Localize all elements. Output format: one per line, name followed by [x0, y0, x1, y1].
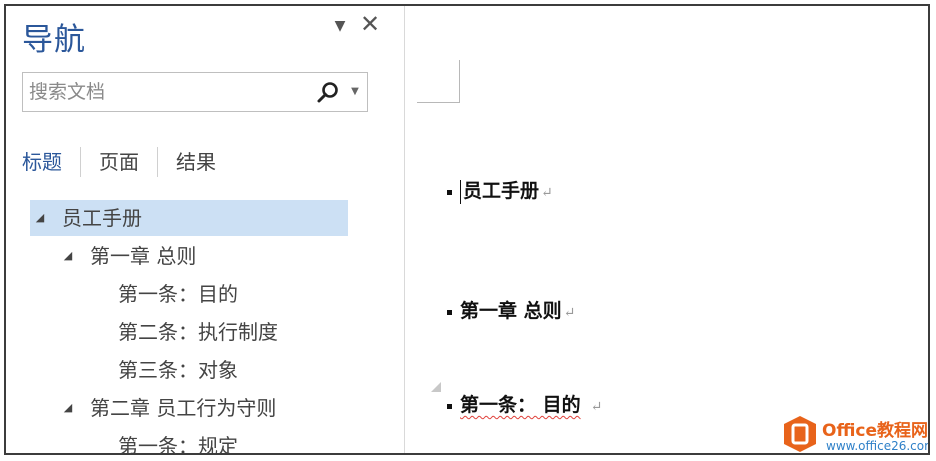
heading-bullet [447, 189, 452, 195]
text-cursor [460, 180, 461, 204]
navigation-pane: 导航 ▼ ✕ ▼ 标题 页面 结果 ◢ 员工手册 ◢ 第一章 总则 [6, 6, 405, 453]
tree-item-label: 第二条：执行制度 [118, 320, 278, 344]
tree-item-label: 员工手册 [62, 206, 142, 230]
watermark-url: www.office26.com [826, 439, 930, 453]
collapse-triangle-icon[interactable] [431, 382, 441, 392]
expand-arrow-icon[interactable]: ◢ [58, 390, 78, 426]
watermark: Office教程网 www.office26.com [774, 410, 930, 453]
tree-item-employee-handbook[interactable]: ◢ 员工手册 [30, 200, 348, 236]
tab-headings[interactable]: 标题 [22, 144, 80, 180]
tree-item-chapter-2[interactable]: ◢ 第二章 员工行为守则 [58, 390, 277, 426]
tree-item-article-2[interactable]: 第二条：执行制度 [118, 314, 278, 350]
tab-results[interactable]: 结果 [158, 144, 234, 180]
document-area[interactable]: 员工手册 ↵ 第一章 总则 ↵ 第一条： 目的 ↵ [405, 6, 928, 453]
doc-heading-1[interactable]: 员工手册 ↵ [447, 176, 553, 204]
doc-heading-3[interactable]: 第一条： 目的 ↵ [447, 390, 602, 417]
tree-item-label: 第一章 总则 [90, 244, 197, 268]
heading-text: 员工手册 [463, 180, 540, 202]
paragraph-mark: ↵ [590, 399, 603, 415]
expand-arrow-icon[interactable]: ◢ [58, 238, 78, 274]
tree-item-label: 第一条：目的 [118, 282, 238, 306]
nav-tabs: 标题 页面 结果 [22, 144, 234, 180]
search-box: ▼ [22, 72, 368, 112]
search-icon[interactable] [315, 81, 341, 105]
search-input[interactable] [29, 73, 299, 111]
pane-options-button[interactable]: ▼ [330, 16, 350, 36]
heading-text: 第一章 总则 [460, 300, 562, 322]
tree-item-label: 第二章 员工行为守则 [90, 396, 277, 420]
watermark-brand: Office教程网 [822, 421, 929, 441]
tab-pages[interactable]: 页面 [81, 144, 157, 180]
app-window: 导航 ▼ ✕ ▼ 标题 页面 结果 ◢ 员工手册 ◢ 第一章 总则 [4, 4, 930, 455]
office-logo-icon [784, 416, 816, 452]
heading-text: 第一条： 目的 [460, 394, 581, 416]
expand-arrow-icon[interactable]: ◢ [30, 200, 50, 236]
paragraph-mark: ↵ [541, 185, 553, 201]
tree-item-label: 第三条：对象 [118, 358, 238, 382]
paragraph-mark: ↵ [563, 305, 576, 321]
page-margin-marker [417, 60, 460, 103]
heading-bullet [447, 403, 452, 409]
search-options-dropdown[interactable]: ▼ [348, 83, 362, 101]
pane-close-button[interactable]: ✕ [358, 12, 382, 36]
pane-title: 导航 [22, 22, 86, 58]
tree-item-label: 第一条：规定 [118, 434, 238, 455]
tree-item-article-3[interactable]: 第三条：对象 [118, 352, 238, 388]
tree-item-article-1[interactable]: 第一条：目的 [118, 276, 238, 312]
heading-bullet [447, 309, 452, 315]
tree-item-chapter-2-article-1[interactable]: 第一条：规定 [118, 428, 238, 455]
tree-item-chapter-1[interactable]: ◢ 第一章 总则 [58, 238, 197, 274]
doc-heading-2[interactable]: 第一章 总则 ↵ [447, 296, 575, 323]
